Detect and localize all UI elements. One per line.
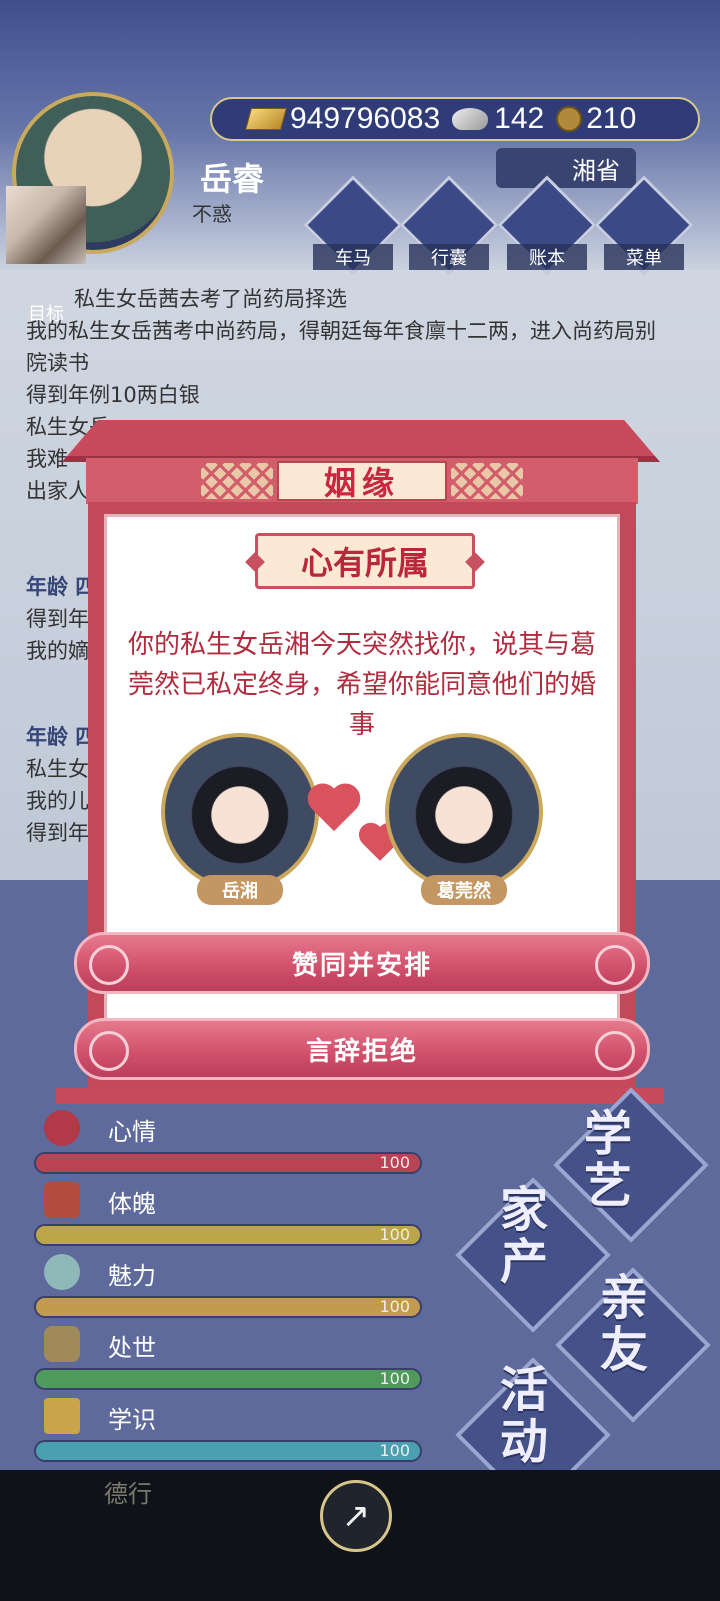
- share-icon: ↗: [341, 1496, 371, 1536]
- swirl-ornament-icon: [595, 945, 635, 985]
- dialog-paper: 心有所属 你的私生女岳湘今天突然找你，说其与葛莞然已私定终身，希望你能同意他们的…: [104, 514, 620, 1080]
- gold-display: 949796083: [245, 102, 441, 136]
- marriage-dialog: 心有所属 你的私生女岳湘今天突然找你，说其与葛莞然已私定终身，希望你能同意他们的…: [88, 502, 636, 1092]
- silver-display: 142: [452, 102, 544, 136]
- reject-button[interactable]: 言辞拒绝: [74, 1018, 650, 1080]
- player-name: 岳睿: [200, 160, 265, 198]
- lattice-decoration: [201, 463, 273, 499]
- luggage-label: 行囊: [409, 244, 489, 270]
- stat-fill: [36, 1370, 420, 1388]
- region-label: 湘省: [572, 156, 620, 185]
- stat-virtue-label: 德行: [104, 1480, 152, 1508]
- region-button[interactable]: 湘省: [496, 148, 636, 188]
- swirl-ornament-icon: [595, 1031, 635, 1071]
- swirl-ornament-icon: [89, 1031, 129, 1071]
- log-line: 私生女岳茜去考了尚药局择选: [74, 287, 347, 311]
- stat-label: 体魄: [108, 1190, 156, 1218]
- stat-value: 100: [379, 1369, 410, 1388]
- modal-title: 姻缘: [277, 461, 447, 502]
- scroll-icon: [44, 1326, 80, 1362]
- stat-fill: [36, 1154, 420, 1172]
- stat-bar: 100: [34, 1368, 422, 1390]
- stat-value: 100: [379, 1441, 410, 1460]
- skill-label: 学艺: [584, 1106, 633, 1214]
- log-line: 我的私生女岳茜考中尚药局，得朝廷每年食廪十二两，进入尚药局别院读书: [26, 319, 656, 375]
- coin-display: 210: [556, 102, 636, 136]
- activity-label: 活动: [500, 1362, 549, 1470]
- swirl-ornament-icon: [89, 945, 129, 985]
- books-icon: [44, 1398, 80, 1434]
- coin-value: 210: [586, 102, 637, 135]
- portrait-gewanran: [385, 733, 543, 891]
- gold-value: 949796083: [290, 102, 441, 135]
- reject-label: 言辞拒绝: [305, 1036, 418, 1067]
- gold-ingot-icon: [245, 108, 287, 130]
- heart-icon: [307, 785, 361, 835]
- share-button[interactable]: ↗: [320, 1480, 392, 1552]
- carriage-label: 车马: [313, 244, 393, 270]
- silver-value: 142: [494, 102, 545, 135]
- stat-bar: 100: [34, 1440, 422, 1462]
- portrait-yuexiang: [161, 733, 319, 891]
- stat-fill: [36, 1442, 420, 1460]
- log-line: 得到年例10两白银: [26, 383, 200, 407]
- lattice-decoration: [451, 463, 523, 499]
- stat-bar: 100: [34, 1224, 422, 1246]
- stat-fill: [36, 1226, 420, 1244]
- stat-value: 100: [379, 1225, 410, 1244]
- family-label: 亲友: [600, 1270, 649, 1378]
- stat-label: 学识: [108, 1406, 156, 1434]
- stat-bar: 100: [34, 1296, 422, 1318]
- modal-base: [56, 1088, 664, 1104]
- camera-thumbnail: [6, 186, 86, 264]
- currency-bar: 949796083 142 210: [210, 97, 700, 141]
- name-tag-left: 岳湘: [197, 875, 283, 905]
- property-label: 家产: [500, 1182, 549, 1290]
- stat-label: 魅力: [108, 1262, 156, 1290]
- name-tag-right: 葛莞然: [421, 875, 507, 905]
- stat-fill: [36, 1298, 420, 1316]
- dialog-message: 你的私生女岳湘今天突然找你，说其与葛莞然已私定终身，希望你能同意他们的婚事: [127, 630, 596, 740]
- approve-button[interactable]: 赞同并安排: [74, 932, 650, 994]
- modal-title-band: 姻缘: [86, 458, 638, 504]
- silver-ingot-icon: [452, 108, 489, 130]
- stat-value: 100: [379, 1297, 410, 1316]
- vase-icon: [44, 1182, 80, 1218]
- approve-label: 赞同并安排: [291, 950, 432, 981]
- dialog-subtitle: 心有所属: [255, 533, 475, 589]
- stat-label: 处世: [108, 1334, 156, 1362]
- mirror-icon: [44, 1254, 80, 1290]
- player-age: 不惑: [192, 202, 232, 226]
- ledger-label: 账本: [507, 244, 587, 270]
- stat-label: 心情: [108, 1118, 156, 1146]
- stat-value: 100: [379, 1153, 410, 1172]
- flower-icon: [44, 1110, 80, 1146]
- coin-icon: [556, 106, 583, 132]
- stat-bar: 100: [34, 1152, 422, 1174]
- menu-label: 菜单: [604, 244, 684, 270]
- modal-roof: [62, 420, 660, 462]
